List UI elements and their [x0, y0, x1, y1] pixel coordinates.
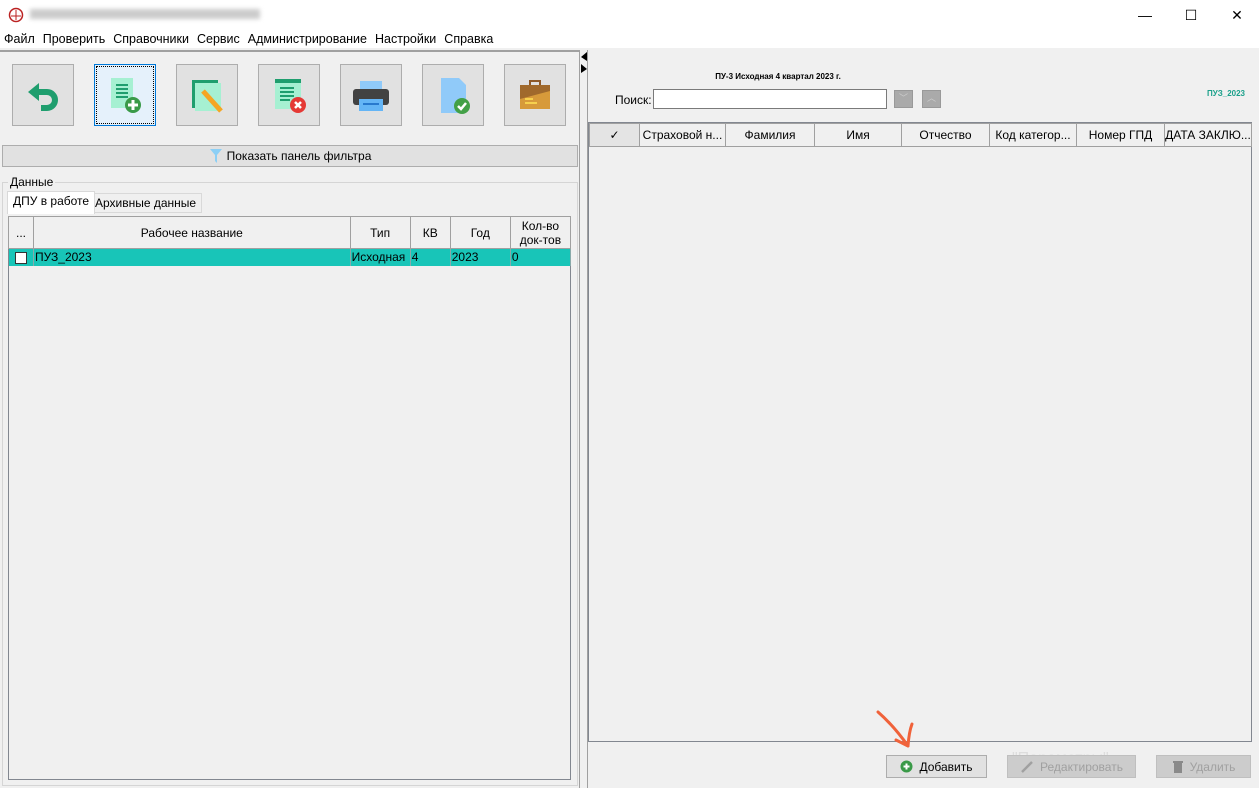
dpu-table: ... Рабочее название Тип КВ Год Кол-во д…: [7, 216, 572, 266]
menu-service[interactable]: Сервис: [197, 30, 240, 48]
cell-kv: 4: [410, 248, 451, 266]
menu-bar: Файл Проверить Справочники Сервис Админи…: [0, 30, 1259, 48]
plus-circle-icon: [900, 760, 913, 773]
package-name: ПУЗ_2023: [1207, 89, 1245, 98]
minimize-button[interactable]: —: [1122, 0, 1168, 30]
filter-button-label: Показать панель фильтра: [226, 149, 372, 163]
check-document-button[interactable]: [422, 64, 484, 126]
col-category-code[interactable]: Код категор...: [989, 123, 1077, 147]
filter-icon: [209, 149, 222, 163]
annotation-arrow-icon: [876, 710, 914, 748]
menu-file[interactable]: Файл: [4, 30, 35, 48]
cell-count: 0: [510, 248, 572, 266]
document-check-icon: [441, 78, 470, 114]
tab-dpu-in-work[interactable]: ДПУ в работе: [7, 191, 96, 214]
col-year[interactable]: Год: [449, 216, 511, 249]
menu-help[interactable]: Справка: [444, 30, 493, 48]
col-count[interactable]: Кол-во док-тов: [509, 216, 572, 249]
menu-check[interactable]: Проверить: [43, 30, 106, 48]
archive-button[interactable]: [504, 64, 566, 126]
print-button[interactable]: [340, 64, 402, 126]
cell-year: 2023: [450, 248, 511, 266]
add-document-button[interactable]: [94, 64, 156, 126]
table-row[interactable]: ПУЗ_2023 Исходная 4 2023 0: [8, 248, 572, 266]
pencil-icon: [1021, 760, 1033, 773]
col-kv[interactable]: КВ: [409, 216, 451, 249]
search-prev-button[interactable]: ︿: [922, 90, 941, 108]
title-bar: — ☐ ✕: [0, 0, 1259, 30]
briefcase-icon: [520, 80, 550, 109]
document-title: ПУ-3 Исходная 4 квартал 2023 г.: [715, 72, 841, 81]
delete-button[interactable]: Удалить: [1156, 755, 1251, 778]
chevron-up-icon: ︿: [926, 93, 936, 103]
search-input[interactable]: [653, 89, 887, 109]
menu-references[interactable]: Справочники: [113, 30, 189, 48]
col-name[interactable]: Рабочее название: [33, 216, 351, 249]
menu-settings[interactable]: Настройки: [375, 30, 436, 48]
col-type[interactable]: Тип: [349, 216, 411, 249]
maximize-button[interactable]: ☐: [1168, 0, 1214, 30]
delete-document-button[interactable]: [258, 64, 320, 126]
col-select[interactable]: ...: [7, 216, 35, 249]
col-patronymic[interactable]: Отчество: [901, 123, 990, 147]
col-insurance-number[interactable]: Страховой н...: [639, 123, 726, 147]
search-label: Поиск:: [615, 93, 652, 107]
persons-grid: ✓ Страховой н... Фамилия Имя Отчество Ко…: [588, 122, 1252, 742]
window-title-blurred: [30, 9, 260, 19]
add-button-label: Добавить: [919, 759, 973, 774]
col-gpd-number[interactable]: Номер ГПД: [1076, 123, 1165, 147]
add-button[interactable]: Добавить: [886, 755, 987, 778]
group-label: Данные: [8, 175, 56, 189]
show-filter-panel-button[interactable]: Показать панель фильтра: [2, 145, 578, 167]
trash-icon: [1172, 760, 1183, 773]
dpu-table-container: [8, 216, 571, 780]
chevron-down-icon: ﹀: [898, 93, 908, 103]
edit-document-icon: [192, 80, 223, 113]
row-checkbox[interactable]: [14, 252, 27, 265]
search-next-button[interactable]: ﹀: [894, 90, 913, 108]
menu-admin[interactable]: Администрирование: [248, 30, 367, 48]
col-contract-date[interactable]: ДАТА ЗАКЛЮ...: [1164, 123, 1252, 147]
edit-document-button[interactable]: [176, 64, 238, 126]
delete-button-label: Удалить: [1189, 759, 1236, 774]
col-check[interactable]: ✓: [589, 123, 640, 147]
delete-document-icon: [275, 79, 306, 113]
app-logo-icon: [8, 7, 24, 23]
printer-icon: [353, 81, 389, 111]
close-button[interactable]: ✕: [1214, 0, 1259, 30]
add-document-icon: [111, 78, 141, 113]
col-first-name[interactable]: Имя: [814, 123, 902, 147]
col-surname[interactable]: Фамилия: [725, 123, 815, 147]
undo-icon: [28, 83, 58, 111]
edit-button-label: Редактировать: [1040, 759, 1123, 774]
edit-button[interactable]: Редактировать: [1007, 755, 1136, 778]
back-button[interactable]: [12, 64, 74, 126]
tab-archive[interactable]: Архивные данные: [89, 193, 203, 213]
cell-type: Исходная: [350, 248, 411, 266]
cell-name: ПУЗ_2023: [33, 248, 351, 266]
